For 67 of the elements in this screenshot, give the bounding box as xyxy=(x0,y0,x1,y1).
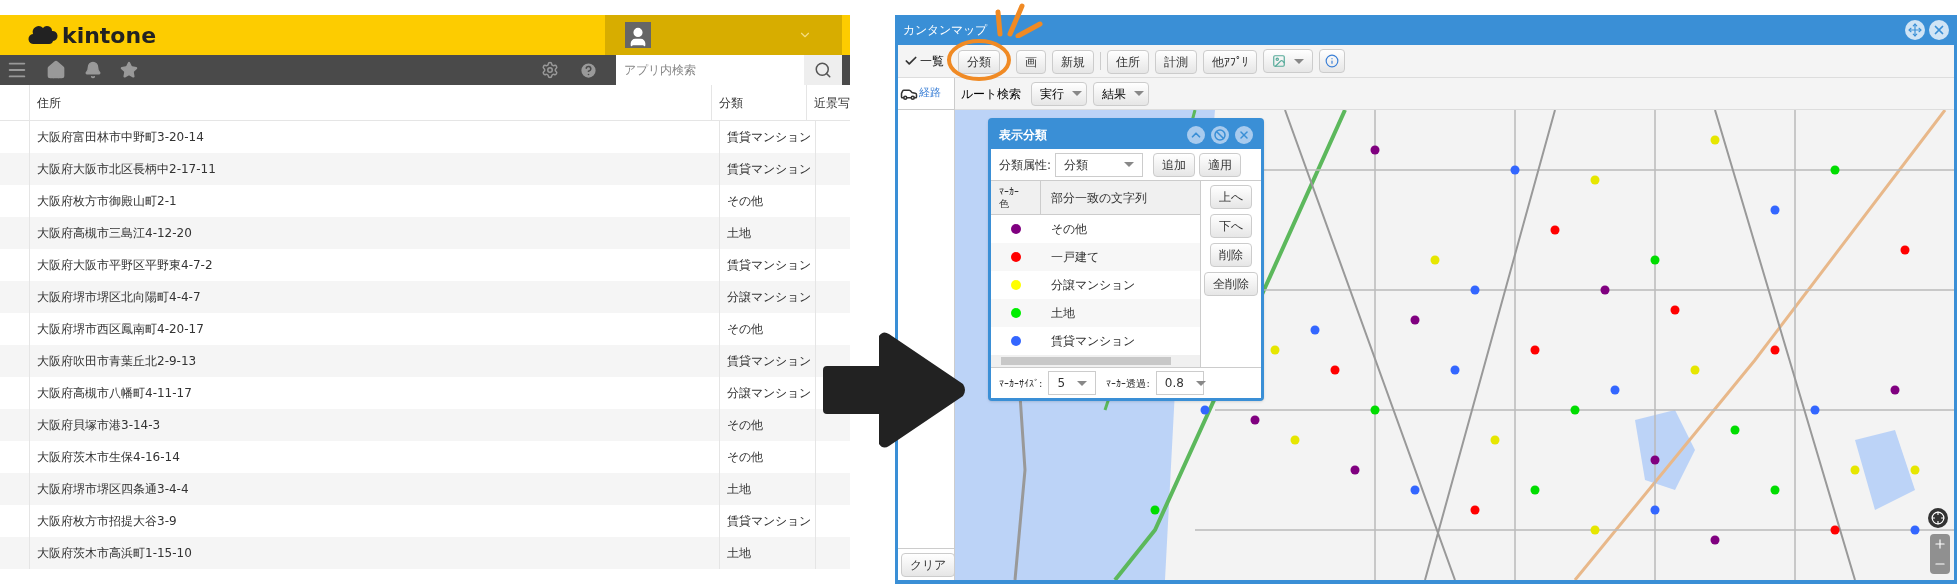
settings-icon[interactable] xyxy=(541,61,559,79)
order-button[interactable]: 全削除 xyxy=(1204,272,1258,296)
emphasis-rays-drawing xyxy=(994,2,1044,38)
search-icon xyxy=(814,61,832,79)
home-icon[interactable] xyxy=(46,60,66,80)
star-icon[interactable] xyxy=(120,61,138,79)
opacity-label: ﾏｰｶｰ透過: xyxy=(1106,376,1150,391)
scrollbar[interactable] xyxy=(991,355,1200,367)
route-search-label: ルート検索 xyxy=(961,85,1021,103)
marker-size-label: ﾏｰｶｰｻｲｽﾞ: xyxy=(999,376,1043,391)
table-cell: 土地 xyxy=(720,537,816,569)
opacity-select[interactable]: 0.8 xyxy=(1155,371,1204,395)
window-title: カンタンマップ xyxy=(903,22,987,39)
image-icon xyxy=(1272,54,1286,68)
plus-icon xyxy=(1933,537,1947,551)
app-logo: kintone xyxy=(62,21,157,50)
slash-circle-icon[interactable] xyxy=(1211,126,1229,144)
clear-button[interactable]: クリア xyxy=(901,553,955,577)
table-cell: 大阪府茨木市高浜町1-15-10 xyxy=(30,537,720,569)
dropdown-button[interactable]: 実行 xyxy=(1031,81,1087,106)
column-header: 分類 xyxy=(712,85,807,120)
order-button[interactable]: 下へ xyxy=(1210,214,1252,238)
search-button[interactable] xyxy=(804,55,842,85)
match-text: 分譲マンション xyxy=(1050,277,1135,294)
avatar-icon xyxy=(625,22,651,48)
match-text: 一戸建て xyxy=(1050,249,1099,266)
caret-icon xyxy=(1077,380,1088,386)
toolbar-button[interactable]: 計測 xyxy=(1155,49,1197,74)
cloud-logo-icon xyxy=(28,24,58,46)
collapse-icon[interactable] xyxy=(1187,126,1205,144)
info-button[interactable] xyxy=(1319,49,1345,73)
match-text: その他 xyxy=(1050,221,1087,238)
attribute-select[interactable]: 分類 xyxy=(1055,152,1144,177)
dialog-button[interactable]: 適用 xyxy=(1199,152,1242,177)
move-icon[interactable] xyxy=(1905,20,1925,40)
close-icon[interactable] xyxy=(1235,126,1253,144)
search-field[interactable]: アプリ内検索 xyxy=(616,55,804,85)
caret-icon xyxy=(1195,380,1206,386)
dialog-button[interactable]: 追加 xyxy=(1153,152,1196,177)
help-icon[interactable] xyxy=(579,60,598,80)
info-icon xyxy=(1325,54,1339,68)
order-button[interactable]: 削除 xyxy=(1210,243,1252,267)
order-button[interactable]: 上へ xyxy=(1210,185,1252,209)
column-header: 近景写 xyxy=(813,94,850,112)
checkbox-label: 一覧 xyxy=(920,53,944,70)
caret-icon xyxy=(1124,162,1135,167)
bell-icon[interactable] xyxy=(84,61,102,79)
dropdown-button[interactable]: 結果 xyxy=(1093,81,1149,106)
toolbar-button[interactable]: 新規 xyxy=(1052,49,1094,74)
toolbar-button[interactable]: 画 xyxy=(1016,49,1046,74)
list-checkbox[interactable] xyxy=(904,54,918,68)
match-text: 土地 xyxy=(1050,305,1075,322)
dialog-title: 表示分類 xyxy=(999,127,1047,144)
user-menu[interactable] xyxy=(605,15,842,55)
column-header: ﾏｰｶｰ色 xyxy=(991,181,1041,214)
attribute-label: 分類属性: xyxy=(999,156,1052,174)
toolbar-button[interactable]: 住所 xyxy=(1107,49,1149,74)
toolbar-button[interactable]: 分類 xyxy=(958,49,1000,74)
match-text: 賃貸マンション xyxy=(1050,333,1135,350)
column-header: 住所 xyxy=(29,85,712,120)
column-header: 部分一致の文字列 xyxy=(1050,189,1148,207)
route-tab[interactable]: 経路 xyxy=(898,78,954,110)
close-icon[interactable] xyxy=(1929,20,1949,40)
marker-size-select[interactable]: 5 xyxy=(1048,371,1097,395)
toolbar-button[interactable]: 他ｱﾌﾟﾘ xyxy=(1203,49,1257,74)
highlight-ring xyxy=(946,38,1012,82)
layer-dropdown[interactable] xyxy=(1263,49,1313,73)
